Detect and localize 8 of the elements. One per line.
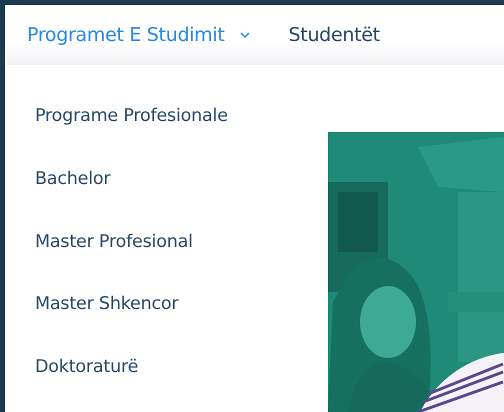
nav-link[interactable]: Programet E Studimit [27,24,251,46]
nav-link[interactable]: Studentët [288,24,380,46]
dropdown-item[interactable]: Doktoraturë [5,349,328,412]
chevron-down-icon [238,31,251,39]
dropdown-item[interactable]: Programe Profesionale [5,98,328,161]
dropdown-item[interactable]: Master Shkencor [5,286,328,350]
dropdown-item[interactable]: Master Profesional [5,224,328,286]
dropdown-item[interactable]: Bachelor [5,160,328,224]
